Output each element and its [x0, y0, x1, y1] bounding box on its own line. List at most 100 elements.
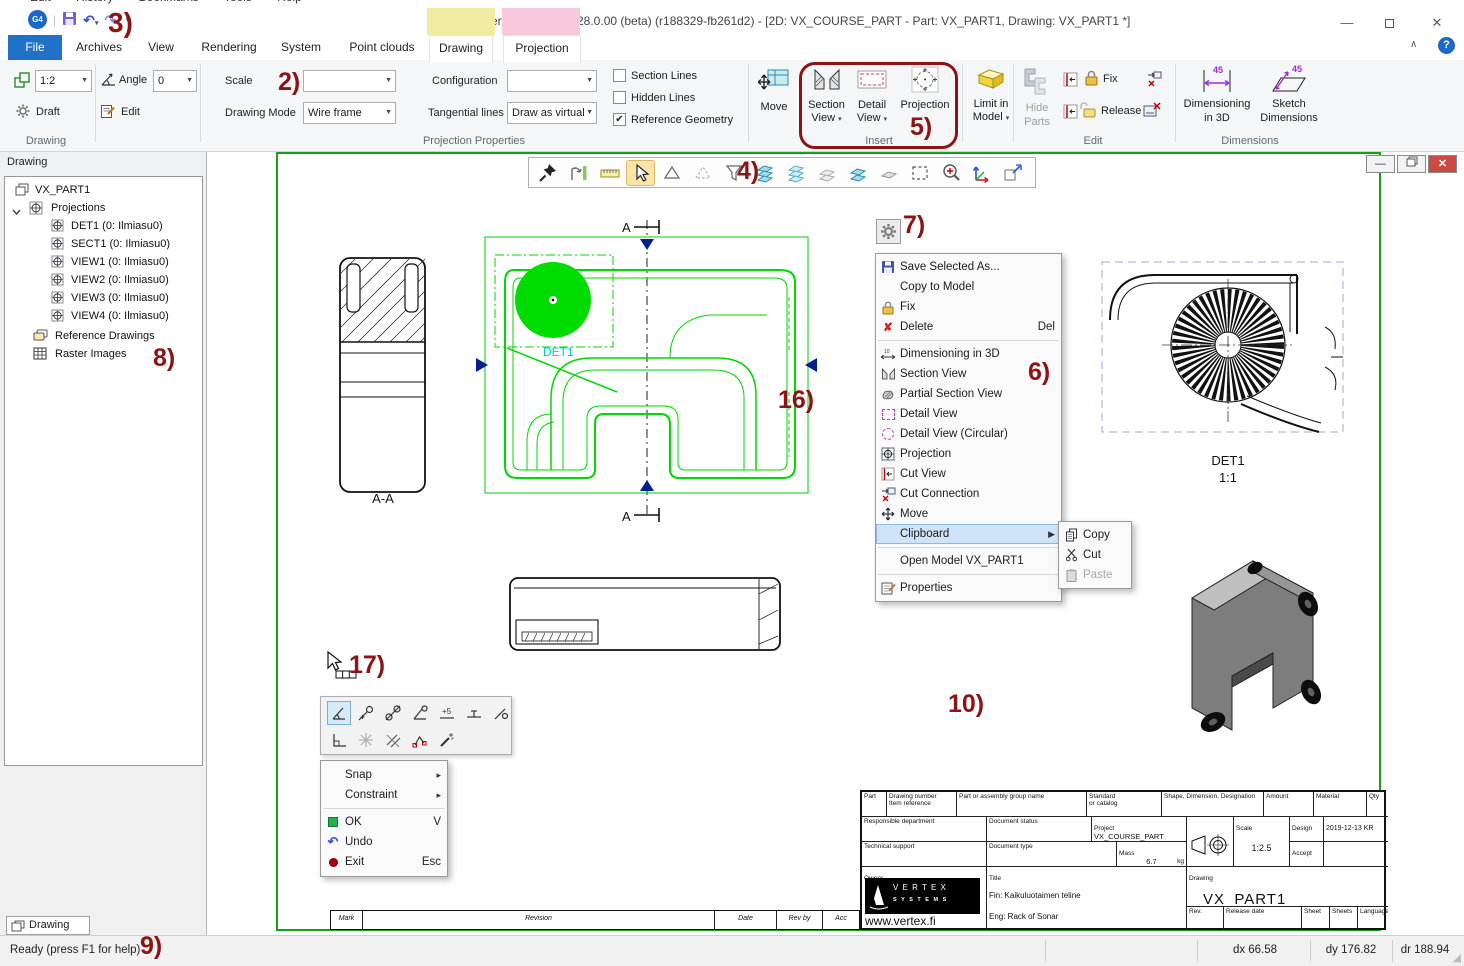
previous-view-icon[interactable]: [564, 160, 593, 186]
tab-drawing[interactable]: Drawing: [429, 35, 493, 62]
drawing-mode-select[interactable]: Wire frame▼: [303, 102, 396, 124]
tab-archives[interactable]: Archives: [66, 35, 132, 60]
view-bottom[interactable]: [510, 578, 780, 650]
filter-icon[interactable]: [719, 160, 748, 186]
customize-quick-access-icon[interactable]: ▾: [126, 15, 130, 24]
levels-gray-icon[interactable]: [812, 160, 841, 186]
tangent-two-circles-icon[interactable]: [381, 701, 405, 725]
menu-item-projection[interactable]: Projection: [876, 444, 1061, 464]
no-intersection-icon[interactable]: [381, 728, 405, 752]
projection-button[interactable]: Projection: [894, 66, 956, 111]
level-single-icon[interactable]: [874, 160, 903, 186]
menu-item-section-view[interactable]: Section View: [876, 364, 1061, 384]
detail-view-button[interactable]: Detail View ▾: [852, 66, 892, 125]
cut-view-small-icon[interactable]: [1063, 72, 1078, 90]
tree-item-view3[interactable]: VIEW3 (0: Ilmiasu0): [5, 289, 202, 307]
save-icon[interactable]: [62, 11, 77, 29]
select-area-icon[interactable]: [905, 160, 934, 186]
drawing-canvas[interactable]: A-A A A: [207, 152, 1464, 935]
section-view-button[interactable]: Section View ▾: [803, 66, 850, 125]
menu-item-undo[interactable]: ↶ Undo: [321, 832, 447, 852]
gear-button[interactable]: [876, 219, 901, 244]
maximize-button[interactable]: [1372, 12, 1406, 34]
tree-item-view1[interactable]: VIEW1 (0: Ilmiasu0): [5, 253, 202, 271]
zoom-in-icon[interactable]: [936, 160, 965, 186]
levels-stack-b-icon[interactable]: [781, 160, 810, 186]
tree-item-raster-images[interactable]: Raster Images: [5, 345, 202, 363]
tangent-point-icon[interactable]: [354, 701, 378, 725]
menu-item-partial-section-view[interactable]: Partial Section View: [876, 384, 1061, 404]
menu-item-detail-view-circular[interactable]: Detail View (Circular): [876, 424, 1061, 444]
tree-item-view4[interactable]: VIEW4 (0: Ilmiasu0): [5, 307, 202, 325]
tab-view[interactable]: View: [136, 35, 186, 60]
measure-icon[interactable]: [595, 160, 624, 186]
tab-projection[interactable]: Projection: [503, 35, 581, 62]
sketch-dimensions-button[interactable]: 45 Sketch Dimensions: [1254, 64, 1324, 126]
open-link-icon[interactable]: [998, 160, 1027, 186]
tree-item-det1[interactable]: DET1 (0: Ilmiasu0): [5, 217, 202, 235]
canvas-minimize-button[interactable]: —: [1366, 155, 1395, 173]
draft-button[interactable]: Draft: [36, 106, 60, 118]
angle-select[interactable]: 0▼: [153, 70, 197, 92]
polygon-ghost-icon[interactable]: [688, 160, 717, 186]
tree-item-reference-drawings[interactable]: Reference Drawings: [5, 327, 202, 345]
g4-app-icon[interactable]: G4: [28, 10, 47, 29]
configuration-select[interactable]: ▼: [507, 70, 597, 92]
resize-grip[interactable]: ◢: [1453, 951, 1461, 964]
cut-connection-remove-icon[interactable]: [1143, 102, 1161, 122]
tab-system[interactable]: System: [270, 35, 332, 60]
minimize-button[interactable]: —: [1330, 12, 1364, 34]
checkbox-reference-geometry[interactable]: ✔Reference Geometry: [613, 113, 733, 126]
levels-stack-a-icon[interactable]: [750, 160, 779, 186]
canvas-restore-button[interactable]: [1397, 155, 1426, 173]
auto-constraint-wand-icon[interactable]: [435, 728, 459, 752]
menu-item-delete[interactable]: ✘ DeleteDel: [876, 317, 1061, 337]
select-cursor-icon[interactable]: [626, 160, 655, 186]
axes-icon[interactable]: [967, 160, 996, 186]
angle-constraint-icon[interactable]: [327, 701, 351, 725]
fix-button[interactable]: Fix: [1103, 73, 1118, 85]
menu-item-properties[interactable]: Properties: [876, 578, 1061, 598]
menu-item-move[interactable]: Move: [876, 504, 1061, 524]
tree-item-sect1[interactable]: SECT1 (0: Ilmiasu0): [5, 235, 202, 253]
offset-value-icon[interactable]: +5: [435, 701, 459, 725]
menu-item-save-selected-as[interactable]: Save Selected As...: [876, 257, 1061, 277]
help-icon[interactable]: ?: [1438, 37, 1455, 54]
tree-item-vx-part1[interactable]: VX_PART1: [5, 181, 202, 199]
cut-view-small-icon-2[interactable]: [1063, 104, 1078, 122]
canvas-close-button[interactable]: ✕: [1428, 155, 1457, 173]
menu-item-cut-view[interactable]: Cut View: [876, 464, 1061, 484]
menu-item-exit[interactable]: ExitEsc: [321, 852, 447, 872]
checkbox-hidden-lines[interactable]: Hidden Lines: [613, 91, 695, 104]
tab-file[interactable]: File: [8, 35, 62, 60]
pin-icon[interactable]: [533, 160, 562, 186]
move-button[interactable]: Move: [752, 66, 796, 113]
limit-in-model-button[interactable]: Limit in Model ▾: [963, 66, 1019, 124]
collapse-ribbon-icon[interactable]: ∧: [1410, 39, 1417, 50]
parallel-through-point-icon[interactable]: [489, 701, 513, 725]
menu-item-fix[interactable]: Fix: [876, 297, 1061, 317]
drawing-scale-select[interactable]: 1:2▼: [35, 70, 92, 92]
menu-item-ok[interactable]: OKV: [321, 812, 447, 832]
tab-point-clouds[interactable]: Point clouds: [338, 35, 426, 60]
submenu-item-paste[interactable]: Paste: [1059, 565, 1131, 585]
menu-item-dimensioning-in-3d[interactable]: 10 Dimensioning in 3D: [876, 344, 1061, 364]
menu-item-detail-view[interactable]: Detail View: [876, 404, 1061, 424]
menu-item-copy-to-model[interactable]: Copy to Model: [876, 277, 1061, 297]
snap-grid-disabled-icon[interactable]: [354, 728, 378, 752]
close-button[interactable]: ✕: [1420, 12, 1454, 34]
tangential-lines-select[interactable]: Draw as virtual▼: [507, 102, 597, 124]
tree-item-view2[interactable]: VIEW2 (0: Ilmiasu0): [5, 271, 202, 289]
cut-connection-add-icon[interactable]: [1146, 70, 1163, 90]
menu-item-constraint[interactable]: Constraint▸: [321, 785, 447, 805]
projection-scale-select[interactable]: ▼: [303, 70, 396, 92]
submenu-item-cut[interactable]: Cut: [1059, 545, 1131, 565]
view-sect1[interactable]: A-A: [340, 258, 425, 506]
dimensioning-in-3d-button[interactable]: 45 Dimensioning in 3D: [1180, 64, 1254, 126]
menu-item-snap[interactable]: Snap▸: [321, 765, 447, 785]
view-3d-model[interactable]: [1192, 559, 1325, 736]
undo-icon[interactable]: ↶▾: [83, 13, 98, 27]
menu-item-cut-connection[interactable]: Cut Connection: [876, 484, 1061, 504]
polygon-icon[interactable]: [657, 160, 686, 186]
edit-button[interactable]: Edit: [121, 106, 140, 118]
